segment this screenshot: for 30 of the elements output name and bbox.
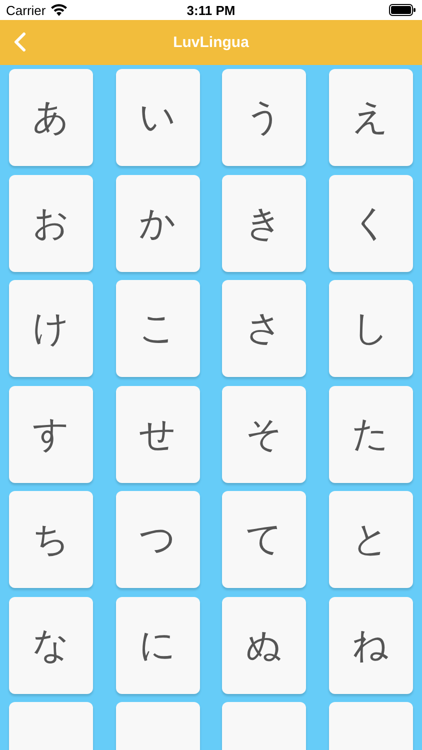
- kana-card[interactable]: く: [328, 174, 412, 272]
- kana-card[interactable]: こ: [116, 280, 200, 377]
- nav-title: LuvLingua: [173, 34, 249, 51]
- kana-card[interactable]: ち: [9, 491, 93, 588]
- kana-card[interactable]: さ: [222, 280, 306, 377]
- kana-card[interactable]: せ: [116, 386, 200, 482]
- kana-card[interactable]: う: [222, 69, 306, 166]
- kana-card[interactable]: つ: [116, 491, 200, 588]
- kana-card[interactable]: し: [328, 280, 412, 377]
- kana-card[interactable]: て: [222, 491, 306, 588]
- kana-card[interactable]: そ: [222, 386, 306, 482]
- kana-card[interactable]: え: [328, 69, 412, 166]
- kana-card[interactable]: あ: [9, 69, 93, 166]
- kana-card[interactable]: け: [9, 280, 93, 377]
- kana-card[interactable]: き: [222, 174, 306, 272]
- kana-card[interactable]: た: [328, 386, 412, 482]
- kana-card[interactable]: か: [116, 174, 200, 272]
- kana-card[interactable]: に: [116, 596, 200, 694]
- kana-card[interactable]: い: [116, 69, 200, 166]
- wifi-icon: [50, 4, 67, 16]
- kana-card[interactable]: お: [9, 174, 93, 272]
- kana-card[interactable]: ね: [328, 596, 412, 694]
- kana-card[interactable]: な: [9, 596, 93, 694]
- kana-card[interactable]: と: [328, 491, 412, 588]
- kana-card[interactable]: す: [9, 386, 93, 482]
- back-icon[interactable]: [14, 32, 26, 52]
- kana-card[interactable]: ぬ: [222, 596, 306, 694]
- carrier-label: Carrier: [6, 2, 46, 18]
- status-time: 3:11 PM: [186, 2, 236, 18]
- battery-icon: [389, 4, 416, 16]
